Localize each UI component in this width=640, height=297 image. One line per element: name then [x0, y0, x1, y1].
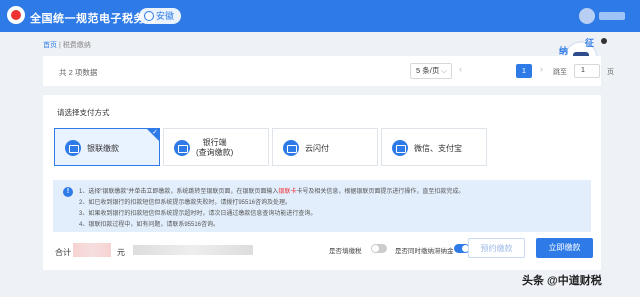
method-unionpay[interactable]: 银联缴款 ✓: [54, 128, 160, 166]
breadcrumb-current: 税费缴纳: [62, 42, 91, 49]
info-line-4: 4、银联扣款过程中，如有问题，请联系95516咨询。: [79, 222, 220, 228]
info-line-1: 1、选择“银联缴款”并单击立即缴款，系统跳转至银联页面，在银联页面输入银联卡卡号…: [79, 186, 464, 195]
toggle1-label: 是否填缴税: [329, 248, 362, 255]
breadcrumb-home[interactable]: 首页: [43, 42, 57, 49]
jump-unit: 页: [607, 69, 614, 76]
page-size-select[interactable]: 5 条/页 ⌵: [410, 63, 452, 79]
toggle2-label: 是否同时缴纳滞纳金: [395, 248, 454, 255]
card-icon: [65, 140, 81, 156]
toggle-fill-tax[interactable]: [371, 244, 387, 253]
breadcrumb-separator: |: [58, 42, 61, 49]
pagination-bar: 共 2 项数据 5 条/页 ⌵ ‹ 1 › 跳至 1 页: [43, 56, 614, 86]
info-highlight: 银联卡: [278, 189, 297, 195]
reserve-payment-button[interactable]: 预约缴款: [468, 238, 525, 258]
record-count: 共 2 项数据: [59, 68, 98, 77]
method-wechat-alipay[interactable]: 微信、支付宝: [381, 128, 487, 166]
chevron-down-icon: ⌵: [441, 66, 447, 75]
total-amount-redacted: [73, 243, 111, 257]
cloud-icon: [283, 140, 299, 156]
prev-page-button[interactable]: ‹: [459, 64, 462, 74]
bank-icon: [174, 140, 190, 156]
user-name-redacted[interactable]: [599, 12, 625, 20]
total-label: 合计: [55, 248, 71, 257]
breadcrumb: 首页 | 税费缴纳: [43, 40, 91, 50]
info-text: 1、选择“银联缴款”并单击立即缴款，系统跳转至银联页面，在银联页面输入: [79, 189, 279, 195]
method-label: 云闪付: [305, 144, 329, 153]
info-icon: !: [63, 187, 73, 197]
amount-in-words-redacted: [133, 245, 253, 255]
info-notice: ! 1、选择“银联缴款”并单击立即缴款，系统跳转至银联页面，在银联页面输入银联卡…: [53, 180, 591, 232]
user-avatar[interactable]: [579, 8, 595, 24]
tax-emblem-icon: [7, 6, 25, 24]
app-title: 全国统一规范电子税务局: [30, 13, 157, 25]
info-line-3: 3、如果收到银行的扣款短信但系统提示超时时，请次日通过缴款信息查询功能进行查询。: [79, 211, 317, 217]
payment-heading: 请选择支付方式: [57, 108, 110, 117]
top-header: 全国统一规范电子税务局 安徽: [0, 0, 640, 32]
method-label: 银联缴款: [87, 144, 119, 153]
wallet-icon: [392, 140, 408, 156]
payment-panel: 请选择支付方式 银联缴款 ✓ 银行端 (查询缴款) 云闪付 微信、支付宝 ! 1…: [43, 95, 601, 270]
pay-now-button[interactable]: 立即缴款: [536, 238, 593, 258]
page-size-value: 5 条/页: [416, 66, 440, 75]
close-dot-icon[interactable]: [601, 38, 607, 44]
info-line-2: 2、如已收到银行的扣款短信但系统提示缴款失败时，请拨打95516咨询及处理。: [79, 200, 292, 206]
region-selector[interactable]: 安徽: [139, 8, 182, 24]
jump-page-input[interactable]: 1: [574, 64, 600, 78]
method-cloudpay[interactable]: 云闪付: [272, 128, 378, 166]
info-text: 卡号及相关信息，根据银联页面提示进行操作，直至扣款完成。: [296, 189, 465, 195]
method-label: 微信、支付宝: [414, 144, 462, 153]
currency-unit: 元: [117, 248, 125, 257]
page-1-button[interactable]: 1: [516, 64, 532, 78]
method-bank[interactable]: 银行端 (查询缴款): [163, 128, 269, 166]
next-page-button[interactable]: ›: [540, 64, 543, 74]
mascot-char-1: 征: [585, 38, 595, 48]
method-label: 银行端 (查询缴款): [196, 138, 234, 157]
watermark: 头条 @中道财税: [522, 275, 602, 287]
location-icon: [144, 11, 154, 21]
jump-label: 跳至: [553, 69, 567, 76]
check-icon: ✓: [152, 129, 158, 136]
region-label: 安徽: [156, 11, 175, 21]
